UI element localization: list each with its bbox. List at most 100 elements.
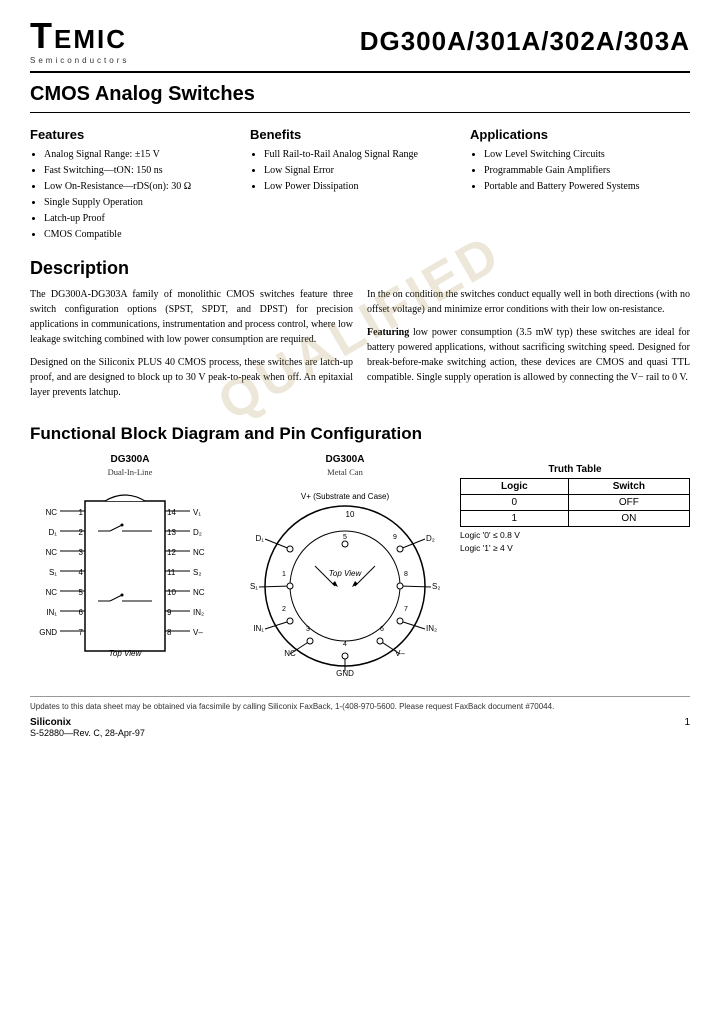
list-item: Programmable Gain Amplifiers xyxy=(484,164,680,178)
dip-label: DG300A xyxy=(30,454,230,465)
list-item: Low Level Switching Circuits xyxy=(484,148,680,162)
svg-text:S₂: S₂ xyxy=(432,582,440,591)
svg-text:GND: GND xyxy=(39,628,57,637)
svg-text:S₁: S₁ xyxy=(250,582,258,591)
table-row: 0 OFF xyxy=(461,495,690,511)
truth-table-note1: Logic '0' ≤ 0.8 V xyxy=(460,530,690,540)
page-header: TEMIC Semiconductors DG300A/301A/302A/30… xyxy=(30,18,690,73)
part-number: DG300A/301A/302A/303A xyxy=(360,26,690,57)
footer-left: Siliconix S-52880—Rev. C, 28-Apr-97 xyxy=(30,717,145,738)
applications-list: Low Level Switching Circuits Programmabl… xyxy=(470,148,680,194)
svg-text:11: 11 xyxy=(167,568,176,577)
benefits-title: Benefits xyxy=(250,127,460,142)
svg-text:13: 13 xyxy=(167,528,176,537)
list-item: CMOS Compatible xyxy=(44,228,240,242)
can-diagram: DG300A Metal Can V+ (Substrate and Case)… xyxy=(240,454,450,684)
col-logic: Logic xyxy=(461,479,569,495)
svg-text:D₁: D₁ xyxy=(256,534,265,543)
truth-table-wrap: Truth Table Logic Switch 0 OFF 1 ON xyxy=(460,464,690,553)
svg-text:7: 7 xyxy=(404,606,408,613)
svg-text:3: 3 xyxy=(79,548,84,557)
svg-text:NC: NC xyxy=(45,548,57,557)
desc-p4-rest: low power consumption (3.5 mW typ) these… xyxy=(367,327,690,383)
svg-text:D₁: D₁ xyxy=(49,528,58,537)
list-item: Low Power Dissipation xyxy=(264,180,460,194)
svg-text:Top View: Top View xyxy=(109,649,143,658)
svg-text:V+ (Substrate and Case): V+ (Substrate and Case) xyxy=(301,492,390,501)
svg-text:S₂: S₂ xyxy=(193,568,201,577)
list-item: Low Signal Error xyxy=(264,164,460,178)
truth-table-note2: Logic '1' ≥ 4 V xyxy=(460,543,690,553)
svg-text:V₁: V₁ xyxy=(193,508,201,517)
truth-table-title: Truth Table xyxy=(460,464,690,475)
svg-text:NC: NC xyxy=(193,548,205,557)
features-list: Analog Signal Range: ±15 V Fast Switchin… xyxy=(30,148,240,242)
logo-subtitle: Semiconductors xyxy=(30,56,129,65)
svg-text:IN₁: IN₁ xyxy=(46,608,57,617)
benefits-column: Benefits Full Rail-to-Rail Analog Signal… xyxy=(250,127,470,244)
svg-text:10: 10 xyxy=(346,510,355,519)
svg-text:Top View: Top View xyxy=(329,569,363,578)
list-item: Single Supply Operation xyxy=(44,196,240,210)
list-item: Low On-Resistance—rDS(on): 30 Ω xyxy=(44,180,240,194)
list-item: Fast Switching—tON: 150 ns xyxy=(44,164,240,178)
description-body: The DG300A-DG303A family of monolithic C… xyxy=(30,287,690,408)
fbd-area: DG300A Dual-In-Line 1 NC 2 D₁ 3 NC 4 S₁ xyxy=(30,454,690,684)
svg-text:8: 8 xyxy=(167,628,172,637)
revision-text: S-52880—Rev. C, 28-Apr-97 xyxy=(30,728,145,738)
svg-text:6: 6 xyxy=(79,608,84,617)
svg-text:4: 4 xyxy=(79,568,84,577)
fbd-title: Functional Block Diagram and Pin Configu… xyxy=(30,424,690,444)
page-title: CMOS Analog Switches xyxy=(30,83,690,113)
description-section: QUALIFIED Description The DG300A-DG303A … xyxy=(30,258,690,408)
company-name: Siliconix xyxy=(30,717,145,728)
list-item: Analog Signal Range: ±15 V xyxy=(44,148,240,162)
can-label: DG300A xyxy=(240,454,450,465)
truth-table: Logic Switch 0 OFF 1 ON xyxy=(460,478,690,527)
svg-text:S₁: S₁ xyxy=(49,568,57,577)
list-item: Full Rail-to-Rail Analog Signal Range xyxy=(264,148,460,162)
svg-text:2: 2 xyxy=(282,606,286,613)
row1-logic: 1 xyxy=(461,511,569,527)
svg-text:14: 14 xyxy=(167,508,176,517)
footer-bottom: Siliconix S-52880—Rev. C, 28-Apr-97 1 xyxy=(30,717,690,738)
row1-switch: ON xyxy=(568,511,689,527)
row0-logic: 0 xyxy=(461,495,569,511)
desc-p1: The DG300A-DG303A family of monolithic C… xyxy=(30,287,353,347)
truth-table-section: Truth Table Logic Switch 0 OFF 1 ON xyxy=(460,454,690,553)
svg-text:1: 1 xyxy=(282,571,286,578)
svg-text:10: 10 xyxy=(167,588,176,597)
list-item: Portable and Battery Powered Systems xyxy=(484,180,680,194)
dip-package: Dual-In-Line xyxy=(30,467,230,477)
svg-text:NC: NC xyxy=(45,588,57,597)
can-package: Metal Can xyxy=(240,467,450,477)
svg-text:2: 2 xyxy=(79,528,84,537)
description-title: Description xyxy=(30,258,690,279)
page-number: 1 xyxy=(684,717,690,738)
desc-p4: Featuring low power consumption (3.5 mW … xyxy=(367,325,690,385)
svg-text:4: 4 xyxy=(343,641,347,648)
benefits-list: Full Rail-to-Rail Analog Signal Range Lo… xyxy=(250,148,460,194)
svg-text:5: 5 xyxy=(79,588,84,597)
dip-diagram: DG300A Dual-In-Line 1 NC 2 D₁ 3 NC 4 S₁ xyxy=(30,454,230,684)
featuring-text: Featuring xyxy=(367,327,409,338)
company-logo: TEMIC Semiconductors xyxy=(30,18,129,65)
svg-text:7: 7 xyxy=(79,628,84,637)
table-row: 1 ON xyxy=(461,511,690,527)
svg-text:12: 12 xyxy=(167,548,176,557)
features-section: Features Analog Signal Range: ±15 V Fast… xyxy=(30,127,690,244)
features-title: Features xyxy=(30,127,240,142)
svg-text:IN₂: IN₂ xyxy=(426,624,437,633)
svg-text:IN₂: IN₂ xyxy=(193,608,204,617)
can-svg: V+ (Substrate and Case) D₁ 10 D₂ 9 S₁ 1 … xyxy=(240,481,450,681)
footer-note: Updates to this data sheet may be obtain… xyxy=(30,696,690,711)
svg-text:NC: NC xyxy=(193,588,205,597)
applications-column: Applications Low Level Switching Circuit… xyxy=(470,127,690,244)
description-col1: The DG300A-DG303A family of monolithic C… xyxy=(30,287,353,408)
svg-text:NC: NC xyxy=(45,508,57,517)
svg-text:V–: V– xyxy=(193,628,203,637)
svg-text:D₂: D₂ xyxy=(193,528,202,537)
logo-text: TEMIC xyxy=(30,18,129,54)
features-column: Features Analog Signal Range: ±15 V Fast… xyxy=(30,127,250,244)
svg-text:D₂: D₂ xyxy=(426,534,435,543)
